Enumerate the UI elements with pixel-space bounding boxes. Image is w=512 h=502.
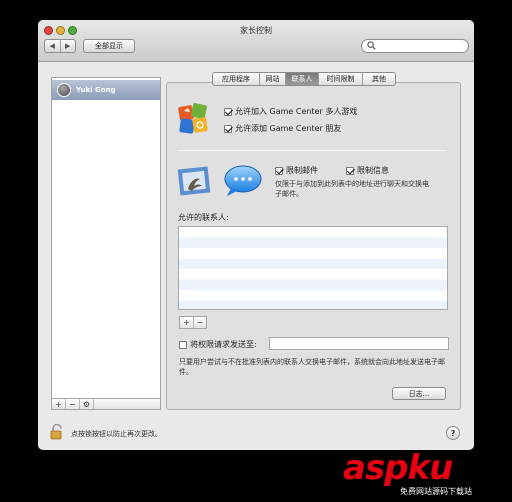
user-list: Yuki Gong xyxy=(51,77,161,409)
search-icon xyxy=(367,41,376,50)
permission-note: 只要用户尝试与不在批准列表内的联系人交换电子邮件，系统就会向此地址发送电子邮件。 xyxy=(179,358,445,376)
checkbox-box[interactable] xyxy=(179,340,187,349)
tab-time-limits[interactable]: 时间限制 xyxy=(318,73,362,85)
tab-websites[interactable]: 网站 xyxy=(259,73,285,85)
watermark-subtitle: 免费网站源码下载站 xyxy=(400,486,472,497)
mail-icon xyxy=(177,166,211,196)
remove-user-button[interactable]: − xyxy=(66,399,80,409)
permission-email-input[interactable] xyxy=(269,337,449,350)
allowed-contacts-label: 允许的联系人: xyxy=(178,213,229,222)
mail-description: 仅限于与添加到此列表中的地址进行聊天和交换电子邮件。 xyxy=(275,180,429,198)
remove-contact-button[interactable]: − xyxy=(193,317,206,328)
user-name: Yuki Gong xyxy=(76,86,116,94)
user-list-item[interactable]: Yuki Gong xyxy=(52,80,160,100)
tab-bar: 应用程序 网站 联系人 时间限制 其他 xyxy=(212,72,396,86)
allowed-contacts-list[interactable] xyxy=(178,226,448,310)
search-input[interactable] xyxy=(361,39,469,53)
contacts-list-controls: + − xyxy=(179,316,207,329)
add-contact-button[interactable]: + xyxy=(180,317,193,328)
divider xyxy=(178,150,446,151)
parental-controls-window: 家长控制 ◀ ▶ 全部显示 Yuki Gong + − ⚙ 应用程序 网站 联系… xyxy=(38,20,474,450)
checkbox-label: 允许添加 Game Center 朋友 xyxy=(235,124,342,133)
checkbox-label: 允许加入 Game Center 多人游戏 xyxy=(235,107,358,116)
user-list-controls: + − ⚙ xyxy=(51,398,161,410)
tab-contacts[interactable]: 联系人 xyxy=(285,73,318,85)
allow-friends-checkbox[interactable]: 允许添加 Game Center 朋友 xyxy=(224,123,341,134)
lock-hint-text: 点按锁按钮以防止再次更改。 xyxy=(71,430,162,438)
checkbox-box[interactable] xyxy=(275,166,283,175)
logs-button[interactable]: 日志... xyxy=(392,387,446,400)
add-user-button[interactable]: + xyxy=(52,399,66,409)
lock-icon[interactable] xyxy=(50,424,64,440)
limit-mail-checkbox[interactable]: 限制邮件 xyxy=(275,165,318,176)
back-button[interactable]: ◀ xyxy=(45,40,60,52)
tab-other[interactable]: 其他 xyxy=(362,73,395,85)
checkbox-box[interactable] xyxy=(224,107,232,116)
send-permission-request-checkbox[interactable]: 将权限请求发送至: xyxy=(179,339,257,350)
checkbox-label: 将权限请求发送至: xyxy=(190,340,257,349)
checkbox-label: 限制信息 xyxy=(357,166,389,175)
game-center-icon xyxy=(178,103,208,134)
avatar xyxy=(57,83,71,97)
watermark-logo: aspku xyxy=(343,448,453,488)
allow-multiplayer-checkbox[interactable]: 允许加入 Game Center 多人游戏 xyxy=(224,106,357,117)
tab-apps[interactable]: 应用程序 xyxy=(213,73,259,85)
help-button[interactable]: ? xyxy=(446,426,460,440)
watermark: aspku 免费网站源码下载站 xyxy=(343,448,508,500)
checkbox-box[interactable] xyxy=(346,166,354,175)
window-title: 家长控制 xyxy=(240,26,272,35)
checkbox-box[interactable] xyxy=(224,124,232,133)
limit-messages-checkbox[interactable]: 限制信息 xyxy=(346,165,389,176)
checkbox-label: 限制邮件 xyxy=(286,166,318,175)
gear-icon[interactable]: ⚙ xyxy=(80,399,94,409)
forward-button[interactable]: ▶ xyxy=(59,40,76,52)
back-forward-control: ◀ ▶ xyxy=(44,39,76,53)
messages-icon xyxy=(224,165,262,196)
show-all-button[interactable]: 全部显示 xyxy=(83,39,135,53)
